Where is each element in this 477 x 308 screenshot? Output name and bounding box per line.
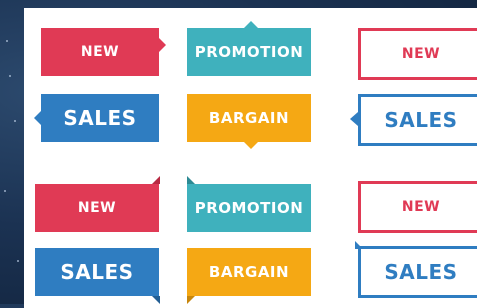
sales-tag-blue: SALES xyxy=(41,94,159,142)
tag-notch xyxy=(159,38,166,52)
star xyxy=(6,40,8,42)
tag-fold xyxy=(152,296,160,304)
tag-notch xyxy=(244,142,258,149)
tag-fold xyxy=(187,176,195,184)
tag-fold xyxy=(152,176,160,184)
sales-tag-outline: SALES xyxy=(358,246,477,298)
new-label: NEW xyxy=(80,44,120,60)
star xyxy=(4,190,6,192)
sales-tag-blue: SALES xyxy=(35,248,159,296)
label-sheet: NEW SALES PROMOTION BARGAIN NEW SALES NE… xyxy=(24,8,477,308)
new-label: NEW xyxy=(77,200,117,216)
tag-fold xyxy=(355,241,363,249)
bargain-tag-orange: BARGAIN xyxy=(187,248,311,296)
tag-notch xyxy=(244,21,258,28)
tag-fold xyxy=(187,296,195,304)
promotion-tag-teal: PROMOTION xyxy=(187,28,311,76)
bargain-label: BARGAIN xyxy=(208,109,290,127)
tag-notch xyxy=(34,111,41,125)
new-label: NEW xyxy=(401,199,441,215)
promotion-label: PROMOTION xyxy=(194,199,304,217)
sales-label: SALES xyxy=(384,108,458,132)
promotion-label: PROMOTION xyxy=(194,43,304,61)
new-tag-outline: NEW xyxy=(358,28,477,80)
new-tag-red: NEW xyxy=(41,28,159,76)
tag-notch xyxy=(350,112,358,126)
new-tag-outline: NEW xyxy=(358,181,477,233)
star xyxy=(9,75,11,77)
promotion-tag-teal: PROMOTION xyxy=(187,184,311,232)
star xyxy=(17,260,19,262)
bargain-tag-orange: BARGAIN xyxy=(187,94,311,142)
sales-label: SALES xyxy=(384,260,458,284)
new-label: NEW xyxy=(401,46,441,62)
star xyxy=(14,120,16,122)
sales-label: SALES xyxy=(60,260,134,284)
new-tag-red: NEW xyxy=(35,184,159,232)
bargain-label: BARGAIN xyxy=(208,263,290,281)
sales-label: SALES xyxy=(63,106,137,130)
sales-tag-outline: SALES xyxy=(358,94,477,146)
